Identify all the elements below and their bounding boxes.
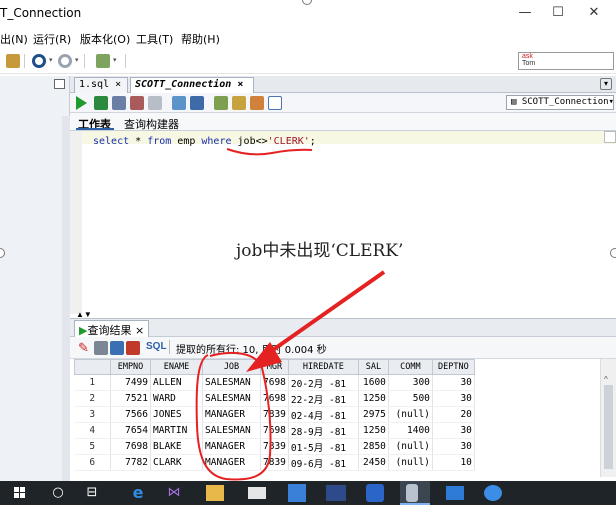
red-underline xyxy=(226,148,313,156)
start-button[interactable] xyxy=(10,484,30,502)
red-annotation-overlay xyxy=(195,148,386,481)
visual-studio-icon[interactable]: ⋈ xyxy=(164,484,184,502)
red-arrow-line xyxy=(268,270,386,354)
windows-logo-icon xyxy=(14,487,19,492)
mail-icon[interactable] xyxy=(248,487,266,499)
search-button[interactable]: ○ xyxy=(48,484,68,502)
windows-logo-icon-part xyxy=(20,493,25,498)
windows-logo-icon-part xyxy=(14,493,19,498)
pinned-app-2-icon[interactable] xyxy=(326,485,346,501)
windows-taskbar: ○ ⊟ e ⋈ xyxy=(0,481,616,505)
file-explorer-icon[interactable] xyxy=(206,485,224,501)
red-circle-job-column xyxy=(195,351,272,481)
database-icon xyxy=(406,484,418,502)
pinned-app-icon[interactable] xyxy=(288,484,306,502)
windows-logo-icon-part xyxy=(20,487,25,492)
resize-handle-right[interactable] xyxy=(610,248,616,258)
pinned-app-4-icon[interactable] xyxy=(484,485,502,501)
wps-icon[interactable] xyxy=(366,484,384,502)
pinned-app-3-icon[interactable] xyxy=(446,486,464,500)
edge-browser-icon[interactable]: e xyxy=(128,484,148,502)
task-view-button[interactable]: ⊟ xyxy=(82,484,102,502)
sql-developer-taskbar-button[interactable] xyxy=(400,481,430,505)
